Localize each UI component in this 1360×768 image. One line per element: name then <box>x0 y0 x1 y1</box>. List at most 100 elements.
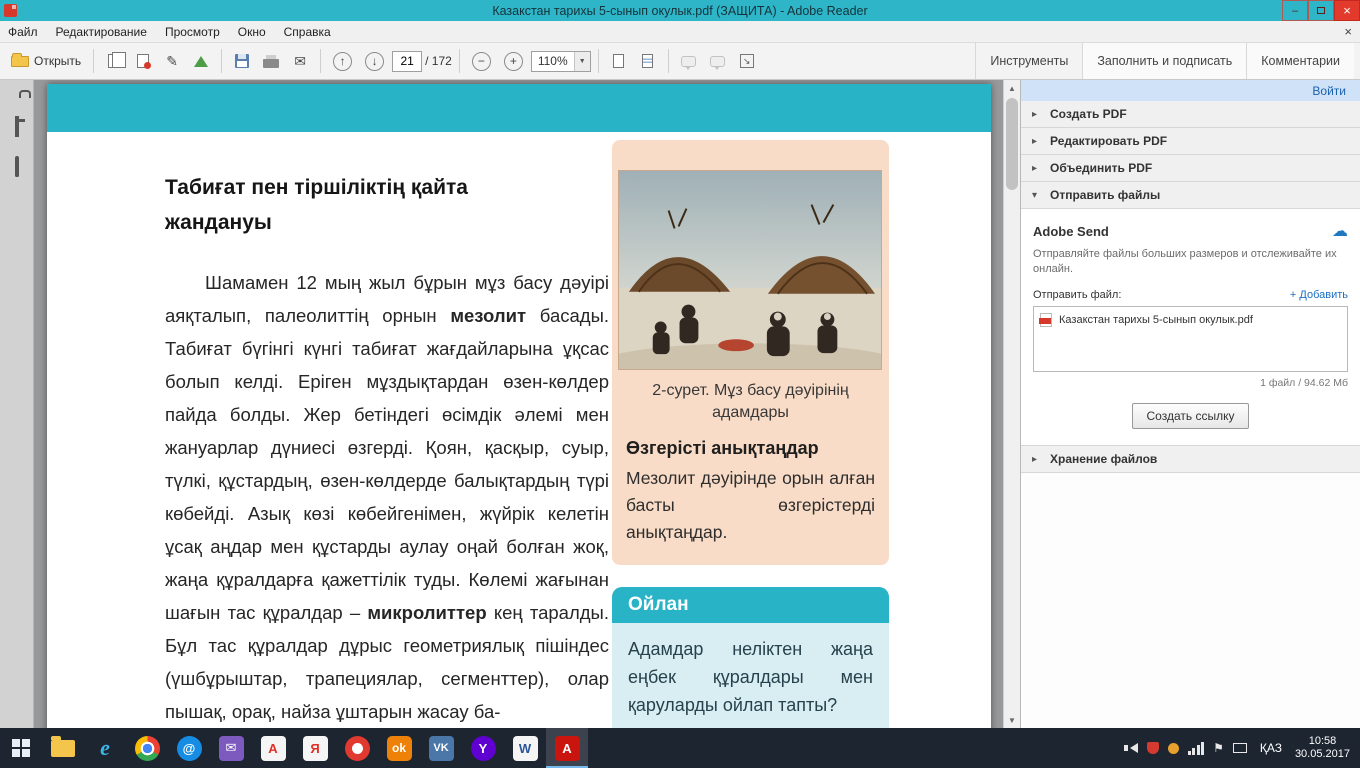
network-signal-icon[interactable] <box>1188 742 1205 755</box>
next-page-button[interactable]: ↓ <box>360 48 389 74</box>
odnoklassniki-button[interactable]: ok <box>378 728 420 768</box>
adobe-reader-icon: A <box>555 736 580 761</box>
menu-edit[interactable]: Редактирование <box>56 25 147 39</box>
mail-at-icon: @ <box>177 736 202 761</box>
comments-tab[interactable]: Комментарии <box>1246 43 1354 79</box>
vk-button[interactable]: VK <box>420 728 462 768</box>
create-link-button[interactable]: Создать ссылку <box>1132 403 1250 429</box>
email-button[interactable]: ✉ <box>287 48 313 74</box>
think-box-title: Ойлан <box>612 587 889 623</box>
task-title: Өзгерісті анықтаңдар <box>626 438 875 459</box>
clock[interactable]: 10:58 30.05.2017 <box>1295 735 1350 761</box>
scroll-up-button[interactable]: ▲ <box>1004 80 1020 96</box>
section-combine-pdf[interactable]: ▸ Объединить PDF <box>1021 155 1360 182</box>
volume-icon[interactable] <box>1130 743 1138 753</box>
vertical-scrollbar[interactable]: ▲ ▼ <box>1003 80 1020 728</box>
display-icon[interactable] <box>1233 743 1247 753</box>
system-tray: ⚑ ҚАЗ 10:58 30.05.2017 <box>1130 728 1360 768</box>
zoom-in-button[interactable]: + <box>499 48 528 74</box>
page-thumbnails-icon[interactable] <box>15 118 19 136</box>
single-page-icon <box>613 54 624 68</box>
updater-icon[interactable] <box>1168 743 1179 754</box>
share-button[interactable] <box>188 48 214 74</box>
export-icon <box>137 54 149 68</box>
print-button[interactable] <box>258 48 284 74</box>
attachments-icon[interactable] <box>15 158 19 176</box>
figure-panel-text: 2-сурет. Мұз басу дәуірінің адамдары Өзг… <box>618 380 883 546</box>
language-indicator[interactable]: ҚАЗ <box>1256 741 1286 755</box>
section-create-pdf[interactable]: ▸ Создать PDF <box>1021 101 1360 128</box>
toolbar: Открыть ✎ ✉ ↑ ↓ / 172 − + 110% ▼ ↘ Инстр… <box>0 43 1360 80</box>
scrollbar-thumb[interactable] <box>1006 98 1018 190</box>
toolbar-separator <box>459 49 460 73</box>
file-list-item[interactable]: Казакстан тарихы 5-сынып окулык.pdf <box>1040 313 1341 327</box>
file-explorer-button[interactable] <box>42 728 84 768</box>
page-right-column: 2-сурет. Мұз басу дәуірінің адамдары Өзг… <box>612 140 889 728</box>
page-number-input[interactable] <box>392 51 422 72</box>
menu-file[interactable]: Файл <box>8 25 38 39</box>
comment-button[interactable] <box>676 48 702 74</box>
menu-view[interactable]: Просмотр <box>165 25 220 39</box>
menubar-close-icon[interactable]: × <box>1344 24 1352 39</box>
red-circle-app-button[interactable] <box>336 728 378 768</box>
word-button[interactable]: W <box>504 728 546 768</box>
document-view: Табиғат пен тіршіліктің қайта жандануы Ш… <box>34 80 1003 728</box>
clock-time: 10:58 <box>1309 735 1337 747</box>
sign-button[interactable]: ✎ <box>159 48 185 74</box>
chevron-right-icon: ▸ <box>1032 109 1041 120</box>
file-meta: 1 файл / 94.62 Мб <box>1033 377 1348 389</box>
copy-pages-button[interactable] <box>101 48 127 74</box>
internet-explorer-button[interactable]: e <box>84 728 126 768</box>
think-box: Ойлан Адамдар неліктен жаңа еңбек құралд… <box>612 587 889 728</box>
chevron-down-icon: ▾ <box>1032 190 1041 201</box>
open-button[interactable]: Открыть <box>6 48 86 74</box>
menu-help[interactable]: Справка <box>284 25 331 39</box>
fit-width-button[interactable] <box>635 48 661 74</box>
tools-tab[interactable]: Инструменты <box>975 43 1082 79</box>
folder-icon <box>51 740 75 757</box>
start-button[interactable] <box>0 728 42 768</box>
open-folder-icon <box>11 56 29 67</box>
previous-page-button[interactable]: ↑ <box>328 48 357 74</box>
tools-panel: Войти ▸ Создать PDF ▸ Редактировать PDF … <box>1020 80 1360 728</box>
mail-ru-button[interactable]: @ <box>168 728 210 768</box>
toolbar-separator <box>320 49 321 73</box>
adobe-send-title: Adobe Send <box>1033 224 1109 239</box>
export-button[interactable] <box>130 48 156 74</box>
section-label: Хранение файлов <box>1050 452 1157 466</box>
file-list-box: Казакстан тарихы 5-сынып окулык.pdf <box>1033 306 1348 372</box>
think-box-text: Адамдар неліктен жаңа еңбек құралдары ме… <box>612 623 889 728</box>
amigo-browser-button[interactable]: A <box>252 728 294 768</box>
scroll-mode-button[interactable] <box>606 48 632 74</box>
yahoo-button[interactable]: Y <box>462 728 504 768</box>
menu-window[interactable]: Окно <box>238 25 266 39</box>
section-file-storage[interactable]: ▸ Хранение файлов <box>1021 446 1360 473</box>
scroll-down-button[interactable]: ▼ <box>1004 712 1020 728</box>
fill-sign-tab[interactable]: Заполнить и подписать <box>1082 43 1246 79</box>
add-file-link[interactable]: + Добавить <box>1290 289 1348 301</box>
zoom-out-button[interactable]: − <box>467 48 496 74</box>
adobe-reader-button[interactable]: A <box>546 728 588 768</box>
toolbar-right-tabs: Инструменты Заполнить и подписать Коммен… <box>975 43 1354 79</box>
save-button[interactable] <box>229 48 255 74</box>
section-send-files[interactable]: ▾ Отправить файлы <box>1021 182 1360 209</box>
zoom-dropdown-icon[interactable]: ▼ <box>574 52 590 71</box>
page-left-column: Табиғат пен тіршіліктің қайта жандануы Ш… <box>165 170 609 728</box>
chrome-button[interactable] <box>126 728 168 768</box>
section-edit-pdf[interactable]: ▸ Редактировать PDF <box>1021 128 1360 155</box>
flag-icon[interactable]: ⚑ <box>1213 741 1224 755</box>
antivirus-icon[interactable] <box>1147 742 1159 754</box>
envelope-icon: ✉ <box>219 736 244 761</box>
vk-icon: VK <box>429 736 454 761</box>
sign-in-link[interactable]: Войти <box>1312 84 1346 98</box>
copy-pages-icon <box>108 54 120 68</box>
adobe-send-panel: Adobe Send ☁ Отправляйте файлы больших р… <box>1021 209 1360 446</box>
zoom-level-select[interactable]: 110% ▼ <box>531 51 591 72</box>
fullscreen-button[interactable]: ↘ <box>734 48 760 74</box>
yandex-browser-button[interactable]: Я <box>294 728 336 768</box>
zoom-level-value: 110% <box>532 54 574 68</box>
odnoklassniki-icon: ok <box>387 736 412 761</box>
comment-bubble-icon <box>681 56 696 67</box>
mail-client-button[interactable]: ✉ <box>210 728 252 768</box>
annotate-button[interactable] <box>705 48 731 74</box>
